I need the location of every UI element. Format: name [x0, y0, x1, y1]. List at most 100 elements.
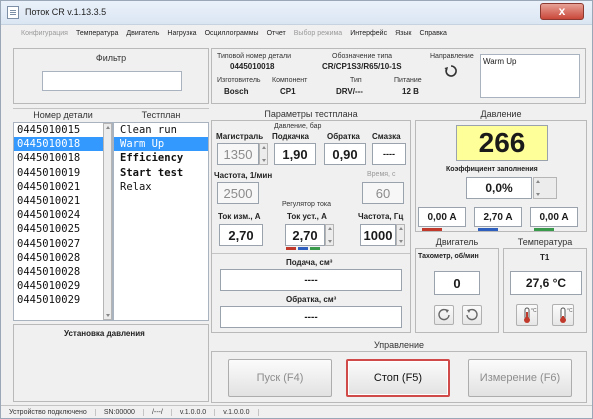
menu-bar: Конфигурация Температура Двигатель Нагру… [1, 26, 592, 41]
time-field[interactable]: 60 [362, 182, 404, 204]
params-divider [212, 253, 410, 254]
list-item[interactable]: 0445010018 [14, 151, 112, 165]
menu-item-engine[interactable]: Двигатель [126, 30, 159, 37]
current-red-display: 0,00 A [418, 207, 466, 227]
podacha-field[interactable]: ---- [220, 269, 402, 291]
filter-panel: Фильтр [13, 48, 209, 104]
svg-text:°C: °C [567, 308, 573, 314]
green-channel-indicator [534, 228, 554, 231]
list-item-selected[interactable]: 0445010018 [14, 137, 112, 152]
list-item[interactable]: 0445010021 [14, 194, 112, 208]
testplan-note: Warm Up [480, 54, 580, 98]
freq-hz-field[interactable]: 1000 [360, 224, 396, 246]
t1-field: 27,6 °C [510, 271, 582, 295]
menu-item-temperature[interactable]: Температура [76, 30, 118, 37]
status-bar: Устройство подключено SN:00000 /---/ v.1… [1, 405, 592, 419]
obratka-cm-field[interactable]: ---- [220, 306, 402, 328]
list-item[interactable]: 0445010029 [14, 279, 112, 293]
freq-label: Частота, 1/мин [214, 171, 273, 180]
current-indicator-green [310, 247, 320, 250]
testplan-item-selected[interactable]: Warm Up [114, 137, 208, 152]
list-item[interactable]: 0445010027 [14, 237, 112, 251]
status-device: /---/ [144, 409, 172, 416]
part-number-label: Типовой номер детали [217, 53, 292, 60]
podkachka-field[interactable]: 1,90 [274, 143, 316, 165]
list-item[interactable]: 0445010015 [14, 123, 112, 137]
parts-list[interactable]: 0445010015 0445010018 0445010018 0445010… [13, 122, 113, 321]
smazka-label: Смазка [372, 132, 401, 141]
podkachka-label: Подкачка [272, 132, 309, 141]
kind-label: Тип [350, 77, 362, 84]
fill-factor-spinner[interactable] [533, 177, 557, 199]
manufacturer-label: Изготовитель [217, 77, 261, 84]
kind-value: DRV/--- [336, 87, 363, 96]
start-button[interactable]: Пуск (F4) [228, 359, 332, 397]
freq-field[interactable]: 2500 [217, 182, 259, 204]
current-indicator-red [286, 247, 296, 250]
testplan-item[interactable]: Start test [114, 166, 208, 180]
testplan-item[interactable]: Efficiency [114, 151, 208, 165]
testplan-item[interactable]: Relax [114, 180, 208, 194]
list-item[interactable]: 0445010021 [14, 180, 112, 194]
menu-item-report[interactable]: Отчет [267, 30, 286, 37]
main-window: Поток CR v.1.13.3.5 x Конфигурация Темпе… [0, 0, 593, 419]
regulator-group-label: Регулятор тока [282, 201, 332, 208]
testplan-item[interactable]: Clean run [114, 123, 208, 137]
menu-item-interface[interactable]: Интерфейс [350, 30, 387, 37]
menu-item-help[interactable]: Справка [419, 30, 446, 37]
pressure-display: 266 [456, 125, 548, 161]
pressure-group-label: Давление, бар [274, 123, 322, 130]
tok-ust-spinner[interactable] [325, 224, 334, 246]
menu-item-mode[interactable]: Выбор режима [294, 30, 342, 37]
rotation-direction-icon [444, 64, 458, 78]
status-version-1: v.1.0.0.0 [172, 409, 216, 416]
temperature-panel: T1 27,6 °C °C °C [503, 248, 587, 333]
list-item[interactable]: 0445010024 [14, 208, 112, 222]
params-title: Параметры тестплана [264, 109, 358, 119]
list-item[interactable]: 0445010028 [14, 265, 112, 279]
list-item[interactable]: 0445010028 [14, 251, 112, 265]
menu-item-oscillograms[interactable]: Осциллограммы [205, 30, 259, 37]
t1-label: T1 [540, 253, 550, 262]
list-item[interactable]: 0445010019 [14, 166, 112, 180]
status-message: Установка давления [64, 329, 145, 338]
testplan-list-header: Тестплан [141, 110, 181, 120]
filter-title: Фильтр [95, 53, 127, 63]
measure-button[interactable]: Измерение (F6) [468, 359, 572, 397]
direction-label: Направление [430, 53, 474, 60]
menu-item-load[interactable]: Нагрузка [167, 30, 196, 37]
parts-list-scrollbar[interactable] [103, 123, 112, 320]
status-connection: Устройство подключено [1, 409, 96, 416]
pressure-title: Давление [480, 109, 522, 119]
tok-ust-field[interactable]: 2,70 [285, 224, 325, 246]
menu-item-language[interactable]: Язык [395, 30, 411, 37]
engine-title: Двигатель [435, 237, 479, 247]
temperature-title: Температура [517, 237, 573, 247]
current-green-display: 0,00 A [530, 207, 578, 227]
tok-izm-label: Ток изм., А [218, 212, 261, 221]
list-item[interactable]: 0445010029 [14, 293, 112, 307]
testplan-list[interactable]: Clean run Warm Up Efficiency Start test … [113, 122, 209, 321]
filter-input[interactable] [42, 71, 182, 91]
magistral-label: Магистраль [216, 132, 264, 141]
cooler-button[interactable]: °C [552, 304, 574, 326]
type-label: Обозначение типа [332, 53, 393, 60]
blue-channel-indicator [478, 228, 498, 231]
window-title: Поток CR v.1.13.3.5 [25, 7, 107, 17]
close-button[interactable]: x [540, 3, 584, 20]
rotate-cw-icon [466, 308, 478, 321]
obratka-field[interactable]: 0,90 [324, 143, 366, 165]
rotate-cw-button[interactable] [462, 305, 482, 325]
tok-izm-field[interactable]: 2,70 [219, 224, 263, 246]
rotate-ccw-button[interactable] [434, 305, 454, 325]
status-version-2: v.1.0.0.0 [215, 409, 259, 416]
magistral-field[interactable]: 1350 [217, 143, 259, 165]
menu-item-configuration[interactable]: Конфигурация [21, 30, 68, 37]
control-title: Управление [373, 340, 425, 350]
freq-hz-spinner[interactable] [396, 224, 405, 246]
list-item[interactable]: 0445010025 [14, 222, 112, 236]
magistral-spinner[interactable] [259, 143, 268, 165]
smazka-field[interactable]: ---- [372, 143, 406, 165]
heater-button[interactable]: °C [516, 304, 538, 326]
stop-button[interactable]: Стоп (F5) [346, 359, 450, 397]
